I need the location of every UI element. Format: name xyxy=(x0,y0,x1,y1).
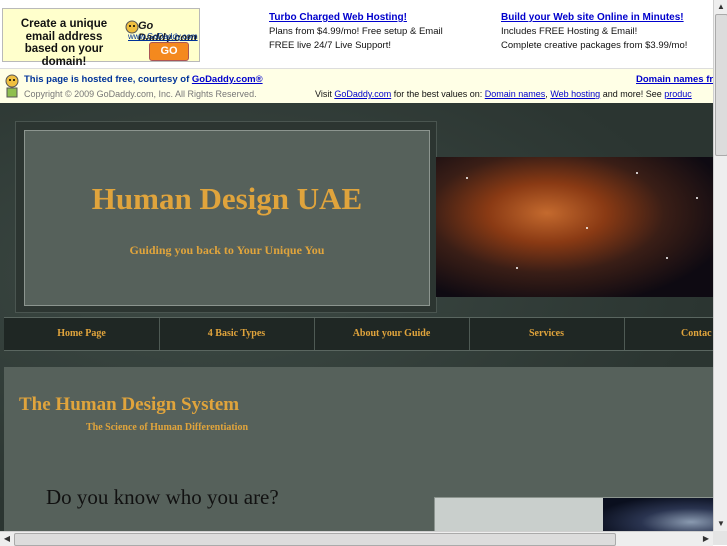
email-ad-text: Create a unique email address based on y… xyxy=(20,18,108,68)
website-ad-line2: Complete creative packages from $3.99/mo… xyxy=(501,40,688,51)
scroll-up-arrow-icon[interactable]: ▲ xyxy=(714,0,727,14)
nav-4-basic-types[interactable]: 4 Basic Types xyxy=(159,318,315,350)
hosted-notice-bar: This page is hosted free, courtesy of Go… xyxy=(0,68,713,103)
website-ad-line1: Includes FREE Hosting & Email! xyxy=(501,26,638,37)
email-ad[interactable]: Create a unique email address based on y… xyxy=(2,8,200,68)
hosting-ad-line2: FREE live 24/7 Live Support! xyxy=(269,40,391,51)
nebula-banner-image xyxy=(436,157,713,297)
hosted-notice: This page is hosted free, courtesy of Go… xyxy=(24,74,263,85)
godaddy-mascot-icon xyxy=(5,74,19,98)
hosting-ad: Turbo Charged Web Hosting! Plans from $4… xyxy=(269,11,443,53)
godaddy-logo: Go Daddy.com www.GoDaddy.com xyxy=(124,19,198,44)
go-button[interactable]: GO xyxy=(149,42,189,61)
hosting-ad-link[interactable]: Turbo Charged Web Hosting! xyxy=(269,12,407,23)
star xyxy=(666,257,668,259)
scroll-down-arrow-icon[interactable]: ▼ xyxy=(714,517,727,531)
nav-contact[interactable]: Contac xyxy=(624,318,713,350)
visit-end: and more! See xyxy=(600,89,665,99)
scroll-right-arrow-icon[interactable]: ▶ xyxy=(699,532,713,546)
website-ad: Build your Web site Online in Minutes! I… xyxy=(501,11,687,53)
nav-home-page[interactable]: Home Page xyxy=(4,318,160,350)
star xyxy=(696,197,698,199)
content-image xyxy=(434,497,713,531)
vertical-scroll-thumb[interactable] xyxy=(715,14,727,156)
visit-mid: for the best values on: xyxy=(391,89,485,99)
hosting-ad-line1: Plans from $4.99/mo! Free setup & Email xyxy=(269,26,443,37)
vertical-scrollbar[interactable]: ▲ ▼ xyxy=(713,0,727,531)
nav-about-your-guide[interactable]: About your Guide xyxy=(314,318,470,350)
domain-names-link[interactable]: Domain names xyxy=(485,89,546,99)
site-tagline: Guiding you back to Your Unique You xyxy=(129,243,325,257)
content-question: Do you know who you are? xyxy=(46,485,279,509)
nav-services[interactable]: Services xyxy=(469,318,625,350)
space-photo xyxy=(603,498,713,531)
visit-prefix: Visit xyxy=(315,89,335,99)
site-page: Human Design UAE Guiding you back to You… xyxy=(0,103,713,531)
star xyxy=(466,177,468,179)
site-title: Human Design UAE xyxy=(91,181,363,216)
visit-line: Visit GoDaddy.com for the best values on… xyxy=(315,89,692,99)
domain-names-right-link[interactable]: Domain names fr xyxy=(636,74,713,85)
products-link[interactable]: produc xyxy=(664,89,692,99)
horizontal-scrollbar[interactable]: ◀ ▶ xyxy=(0,531,713,546)
website-ad-link[interactable]: Build your Web site Online in Minutes! xyxy=(501,12,684,23)
star xyxy=(586,227,588,229)
godaddy-link[interactable]: GoDaddy.com® xyxy=(192,74,263,85)
ad-banner: Create a unique email address based on y… xyxy=(0,0,713,68)
visit-godaddy-link[interactable]: GoDaddy.com xyxy=(334,89,391,99)
web-hosting-link[interactable]: Web hosting xyxy=(550,89,600,99)
title-box: Human Design UAE Guiding you back to You… xyxy=(24,130,430,306)
hosted-prefix: This page is hosted free, courtesy of xyxy=(24,74,192,85)
horizontal-scroll-thumb[interactable] xyxy=(14,533,616,546)
godaddy-url[interactable]: www.GoDaddy.com xyxy=(128,32,198,41)
star xyxy=(636,172,638,174)
main-nav: Home Page 4 Basic Types About your Guide… xyxy=(4,317,713,351)
header-panel: Human Design UAE Guiding you back to You… xyxy=(15,121,437,313)
copyright-text: Copyright © 2009 GoDaddy.com, Inc. All R… xyxy=(24,89,257,99)
star xyxy=(516,267,518,269)
content-heading: The Human Design System xyxy=(19,394,240,415)
scroll-left-arrow-icon[interactable]: ◀ xyxy=(0,532,14,546)
scrollbar-corner xyxy=(713,531,727,545)
main-content: The Human Design System The Science of H… xyxy=(4,367,713,531)
content-subheading: The Science of Human Differentiation xyxy=(86,422,249,433)
